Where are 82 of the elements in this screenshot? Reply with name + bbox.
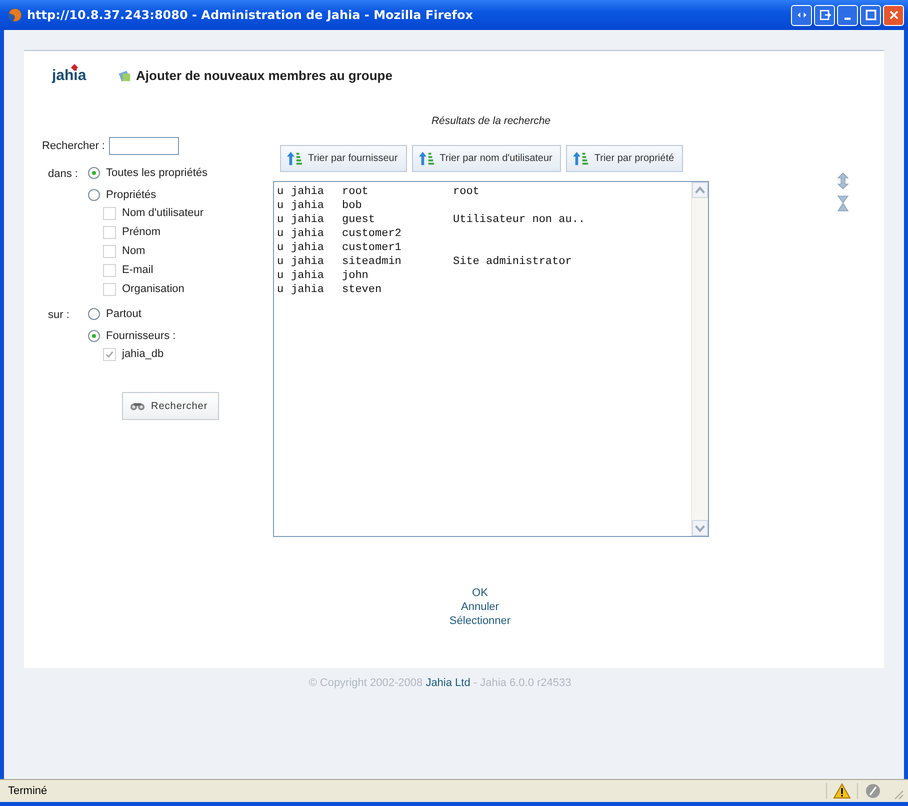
resize-icon[interactable]: [791, 4, 812, 26]
sort-icon: [572, 150, 590, 167]
up-down-arrow-icon[interactable]: [837, 172, 849, 190]
result-type: u: [277, 213, 285, 227]
collapse-icon[interactable]: [837, 195, 849, 213]
page-title: Ajouter de nouveaux membres au groupe: [136, 68, 392, 82]
result-description: Site administrator: [453, 255, 572, 269]
browser-icon: [7, 7, 23, 23]
result-username: guest: [342, 213, 376, 227]
result-username: customer2: [342, 227, 402, 241]
sort-icon: [418, 150, 435, 167]
resize-grip-icon[interactable]: [892, 788, 904, 800]
checkbox-label: Organisation: [122, 283, 184, 295]
binoculars-icon: [129, 400, 146, 412]
radio-label: Propriétés: [106, 189, 156, 201]
action-link[interactable]: Sélectionner: [449, 614, 511, 628]
minimize-icon[interactable]: [837, 4, 858, 26]
action-link[interactable]: OK: [472, 586, 488, 600]
result-provider: jahia: [291, 199, 326, 213]
result-type: u: [277, 283, 285, 297]
result-provider: jahia: [291, 283, 326, 297]
window-title: http://10.8.37.243:8080 - Administration de Jahia - Mozilla Firefox: [27, 8, 473, 22]
result-provider: jahia: [291, 213, 326, 227]
sort-icon: [286, 150, 303, 167]
scroll-up-icon[interactable]: [692, 182, 708, 198]
result-username: customer1: [342, 241, 402, 255]
version-text: - Jahia 6.0.0 r24533: [473, 677, 572, 689]
sort-button[interactable]: Trier par nom d'utilisateur: [412, 145, 562, 172]
checkbox[interactable]: [103, 206, 116, 220]
action-link[interactable]: Annuler: [461, 600, 499, 614]
result-description: root: [453, 185, 480, 199]
checkbox-label: Nom d'utilisateur: [122, 207, 204, 219]
result-provider: jahia: [291, 255, 326, 269]
radio-button[interactable]: [88, 189, 100, 201]
radio-label: Toutes les propriétés: [106, 167, 208, 179]
radio-button[interactable]: [88, 308, 100, 320]
close-icon[interactable]: [883, 4, 904, 26]
search-label: Rechercher :: [42, 140, 105, 152]
result-type: u: [277, 185, 285, 199]
scroll-down-icon[interactable]: [692, 520, 708, 536]
result-type: u: [277, 269, 285, 283]
checkbox-label: jahia_db: [122, 348, 164, 360]
radio-label: Fournisseurs :: [106, 330, 176, 342]
sort-button[interactable]: Trier par fournisseur: [280, 145, 407, 172]
radio-button[interactable]: [88, 330, 100, 342]
result-provider: jahia: [291, 185, 326, 199]
copyright-text: © Copyright 2002-2008: [308, 677, 423, 689]
result-username: steven: [342, 283, 383, 297]
checkbox[interactable]: [103, 226, 116, 238]
result-username: siteadmin: [342, 255, 402, 269]
radio-label: Partout: [106, 308, 142, 320]
result-type: u: [277, 199, 285, 213]
checkbox-label: E-mail: [122, 264, 154, 276]
scope-label: sur :: [47, 308, 70, 323]
result-description: Utilisateur non au..: [453, 213, 586, 227]
result-provider: jahia: [291, 269, 326, 283]
checkbox-label: Nom: [122, 245, 146, 257]
maximize-icon[interactable]: [860, 4, 881, 26]
result-type: u: [277, 255, 285, 269]
result-provider: jahia: [291, 227, 326, 241]
radio-button[interactable]: [88, 167, 100, 179]
window-icon[interactable]: [814, 4, 835, 26]
checkbox[interactable]: [103, 244, 116, 258]
checkbox-label: Prénom: [122, 226, 161, 238]
checkbox[interactable]: [103, 264, 116, 276]
logo: jahia: [52, 66, 107, 84]
result-username: john: [342, 269, 370, 283]
group-icon: [117, 68, 132, 82]
sort-button[interactable]: Trier par propriété: [566, 145, 684, 172]
result-username: root: [342, 185, 370, 199]
result-username: bob: [342, 199, 363, 213]
checkbox[interactable]: [103, 348, 116, 360]
result-type: u: [277, 241, 285, 255]
checkbox[interactable]: [103, 282, 116, 296]
result-type: u: [277, 227, 285, 241]
status-text: Terminé: [8, 785, 48, 797]
search-field[interactable]: [108, 137, 179, 155]
result-provider: jahia: [291, 241, 326, 255]
company-link[interactable]: Jahia Ltd: [426, 677, 470, 689]
search-button[interactable]: Rechercher: [122, 392, 219, 420]
scope-label: dans :: [47, 167, 79, 182]
results-title: Résultats de la recherche: [430, 115, 552, 129]
